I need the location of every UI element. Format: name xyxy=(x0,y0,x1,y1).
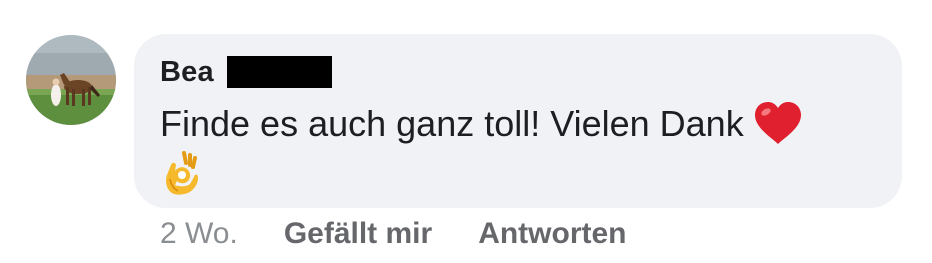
comment-text: Finde es auch ganz toll! Vielen Dank xyxy=(160,100,880,195)
author-name[interactable]: Bea xyxy=(160,56,214,89)
ok-hand-icon xyxy=(166,151,198,195)
red-heart-icon xyxy=(754,102,801,144)
redaction-bar xyxy=(226,56,332,88)
comment-timestamp[interactable]: 2 Wo. xyxy=(160,217,238,251)
author-row: Bea xyxy=(160,54,332,90)
comment-body: Finde es auch ganz toll! Vielen Dank xyxy=(160,103,744,144)
avatar-photo-icon xyxy=(26,35,116,125)
avatar[interactable] xyxy=(26,35,116,125)
comment-actions: 2 Wo. Gefällt mir Antworten xyxy=(160,214,627,254)
comment-bubble: Bea Finde es auch ganz toll! Vielen Dank xyxy=(134,34,902,208)
comment: Bea Finde es auch ganz toll! Vielen Dank… xyxy=(0,0,932,263)
reply-button[interactable]: Antworten xyxy=(478,217,626,251)
like-button[interactable]: Gefällt mir xyxy=(284,217,432,251)
